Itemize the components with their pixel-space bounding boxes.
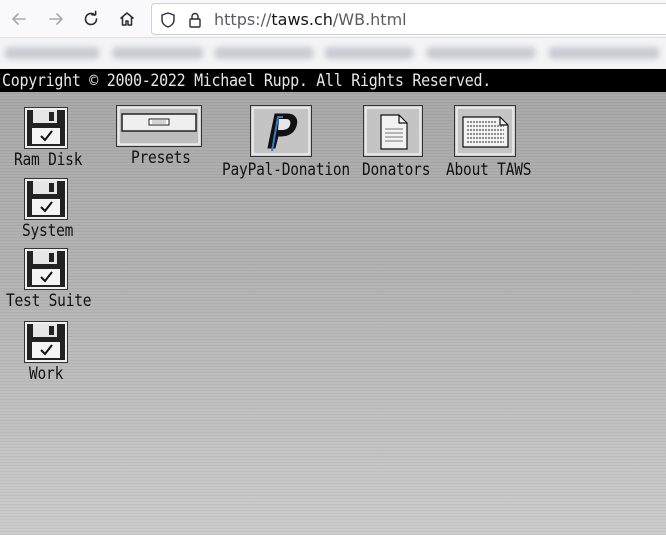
paypal-icon	[250, 105, 312, 157]
bookmark-item[interactable]	[548, 47, 660, 59]
work-label: Work	[29, 365, 64, 384]
bookmark-item[interactable]	[426, 47, 536, 59]
shield-icon[interactable]	[159, 11, 177, 29]
reload-icon	[84, 10, 98, 26]
url-path: /WB.html	[332, 10, 407, 29]
donators-icon-group[interactable]: Donators	[358, 105, 434, 183]
drawer-icon	[116, 105, 202, 147]
bookmark-item[interactable]	[214, 47, 314, 59]
test-suite-icon-group[interactable]: Test Suite	[0, 244, 92, 310]
lock-icon[interactable]	[186, 11, 204, 29]
bookmark-item[interactable]	[112, 47, 204, 59]
ram-disk-label: Ram Disk	[14, 151, 83, 170]
floppy-disk-icon	[24, 248, 68, 290]
address-bar[interactable]: https://taws.ch/WB.html	[151, 3, 666, 35]
document-icon	[363, 105, 423, 157]
bookmarks-bar	[0, 38, 666, 68]
arrow-left-icon	[12, 13, 26, 25]
system-icon-group[interactable]: System	[0, 174, 92, 240]
workbench-desktop: Copyright © 2000-2022 Michael Rupp. All …	[0, 69, 666, 535]
presets-label: Presets	[131, 149, 191, 168]
url-text[interactable]: https://taws.ch/WB.html	[214, 10, 407, 29]
back-button[interactable]	[6, 6, 32, 32]
url-host: taws.ch	[271, 10, 333, 29]
paypal-donation-icon-group[interactable]: PayPal-Donation	[220, 105, 350, 183]
work-icon-group[interactable]: Work	[0, 317, 92, 383]
browser-toolbar: https://taws.ch/WB.html	[0, 0, 666, 38]
text-document-icon	[454, 105, 516, 157]
copyright-text: Copyright © 2000-2022 Michael Rupp. All …	[2, 70, 491, 91]
paypal-donation-label: PayPal-Donation	[222, 161, 350, 180]
test-suite-label: Test Suite	[6, 292, 92, 311]
home-icon	[120, 12, 134, 26]
reload-button[interactable]	[78, 6, 104, 32]
about-taws-icon-group[interactable]: About TAWS	[444, 105, 532, 183]
url-scheme: https://	[214, 10, 272, 29]
workbench-title-bar: Copyright © 2000-2022 Michael Rupp. All …	[0, 69, 666, 92]
floppy-disk-icon	[24, 178, 68, 220]
ram-disk-icon-group[interactable]: Ram Disk	[0, 103, 92, 169]
floppy-disk-icon	[24, 321, 68, 363]
bookmark-item[interactable]	[324, 47, 414, 59]
floppy-disk-icon	[24, 107, 68, 149]
arrow-right-icon	[49, 13, 63, 25]
bookmark-item[interactable]	[4, 47, 100, 59]
about-taws-label: About TAWS	[446, 161, 532, 180]
presets-icon-group[interactable]: Presets	[112, 105, 206, 169]
forward-button[interactable]	[43, 6, 69, 32]
donators-label: Donators	[362, 161, 431, 180]
home-button[interactable]	[114, 6, 140, 32]
system-label: System	[22, 222, 74, 241]
